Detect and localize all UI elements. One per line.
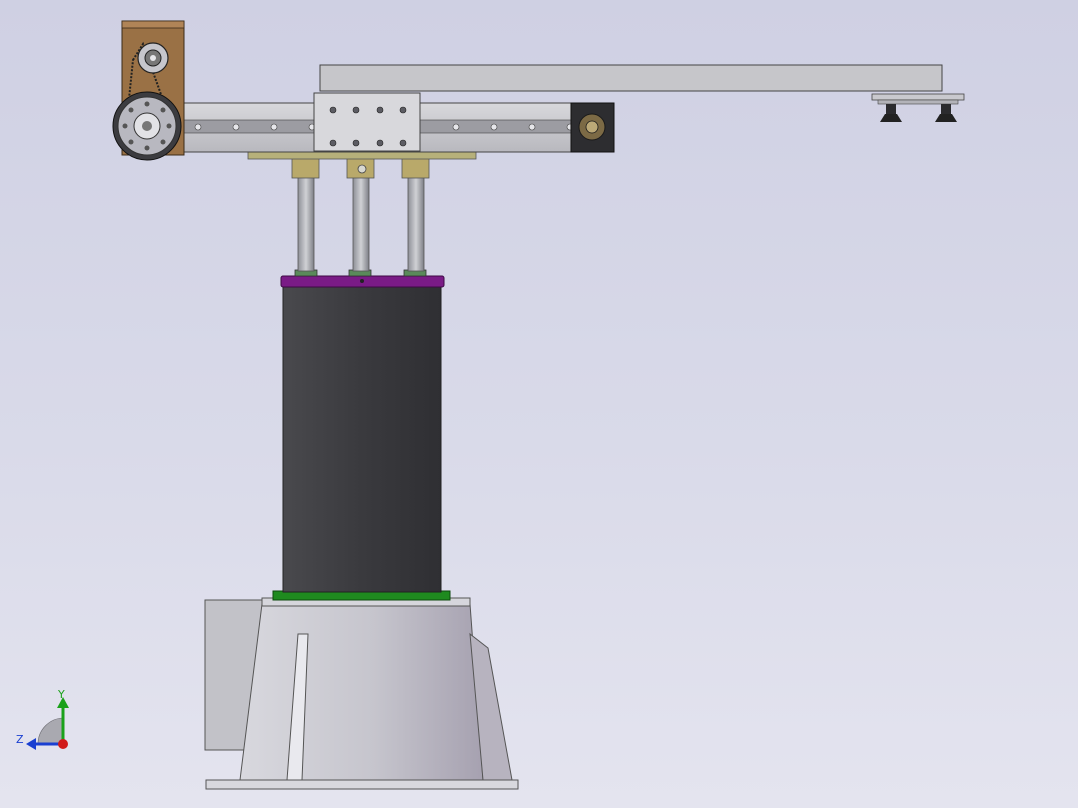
- base-pedestal: [204, 597, 519, 790]
- cad-model-scene[interactable]: [0, 0, 1078, 808]
- arm-beam: [319, 64, 943, 92]
- top-flange: [280, 269, 445, 288]
- x-axis-point: [58, 739, 68, 749]
- slide-rail: [182, 92, 615, 153]
- main-column: [282, 286, 442, 593]
- guide-rods: [247, 151, 477, 272]
- end-effector-suction-cups: [871, 93, 965, 122]
- graphics-viewport[interactable]: Y Z: [0, 0, 1078, 808]
- view-orientation-triad: [26, 697, 69, 750]
- z-axis-label: Z: [16, 733, 24, 746]
- y-axis-label: Y: [58, 688, 65, 701]
- belt-pulley-drive: [112, 20, 185, 161]
